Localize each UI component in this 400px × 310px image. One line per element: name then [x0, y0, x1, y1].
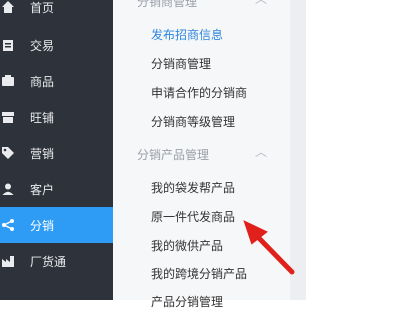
arrow-icon [243, 220, 295, 275]
